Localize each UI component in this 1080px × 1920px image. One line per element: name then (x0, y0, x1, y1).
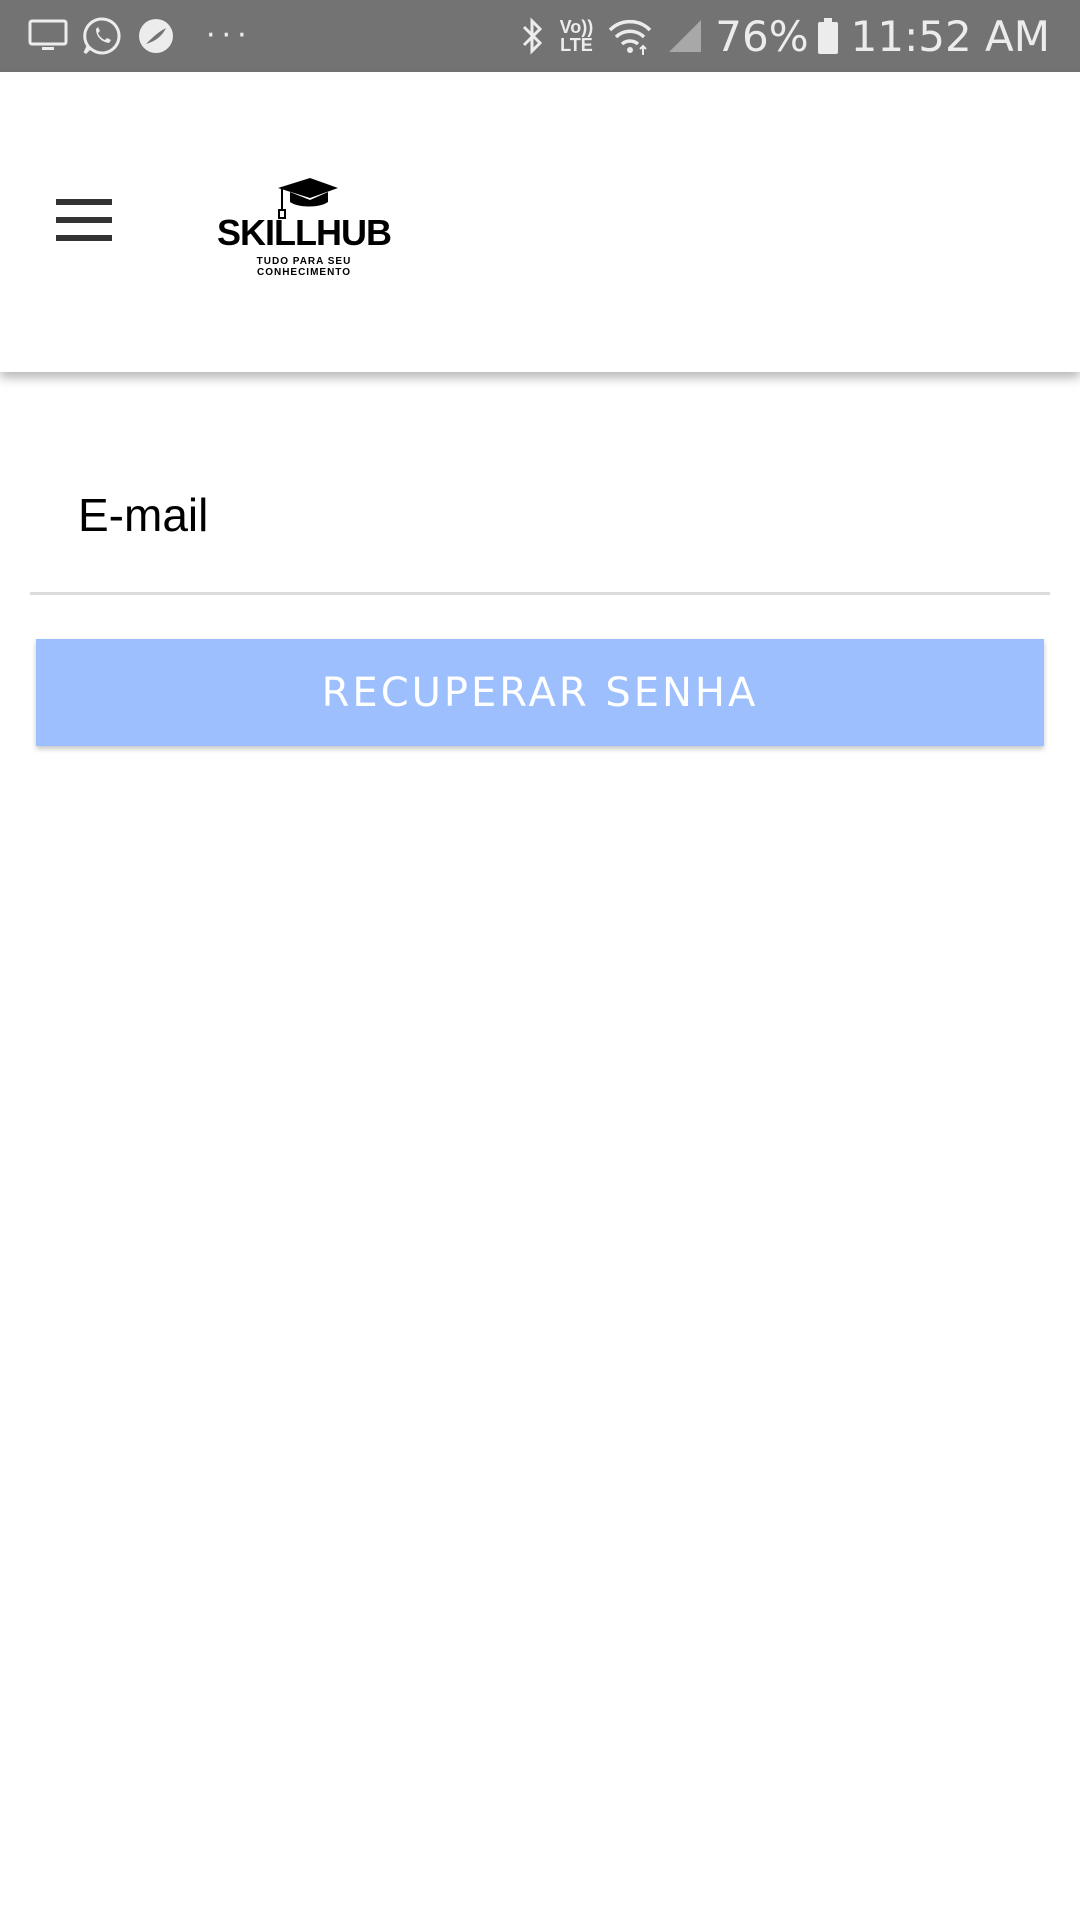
status-bar: ··· Vo)) LTE 76% 11:52 AM (0, 0, 1080, 72)
hamburger-menu-icon[interactable] (44, 180, 124, 260)
overflow-dots: ··· (206, 18, 253, 53)
status-notifications: ··· (26, 0, 253, 72)
bluetooth-icon (520, 16, 546, 56)
email-field[interactable] (30, 460, 1050, 570)
logo-title: SKILLHUB (217, 212, 392, 253)
menu-bar-top (56, 199, 112, 205)
battery-percent: 76% (715, 11, 809, 61)
email-field-container (30, 440, 1050, 596)
menu-bar-middle (56, 217, 112, 223)
logo-subtitle-line1: TUDO PARA SEU (256, 256, 352, 267)
volte-label: Vo)) (559, 17, 594, 37)
email-underline (30, 592, 1050, 595)
whatsapp-icon (80, 14, 124, 58)
lte-label: LTE (560, 35, 593, 55)
volte-lte-icon: Vo)) LTE (560, 18, 594, 54)
recover-password-button[interactable]: RECUPERAR SENHA (36, 639, 1044, 746)
cell-signal-icon (667, 18, 703, 54)
wifi-icon (607, 16, 653, 56)
monitor-icon (26, 14, 70, 58)
app-notification-icon (134, 14, 178, 58)
status-system: Vo)) LTE 76% 11:52 AM (506, 0, 1050, 72)
skillhub-logo: SKILLHUB TUDO PARA SEU CONHECIMENTO (214, 176, 404, 278)
clock: 11:52 AM (850, 11, 1050, 61)
logo-subtitle-line2: CONHECIMENTO (256, 267, 352, 278)
logo-subtitle: TUDO PARA SEU CONHECIMENTO (214, 256, 394, 278)
menu-bar-bottom (56, 235, 112, 241)
battery-icon (817, 17, 839, 55)
app-bar: SKILLHUB TUDO PARA SEU CONHECIMENTO (0, 72, 1080, 372)
